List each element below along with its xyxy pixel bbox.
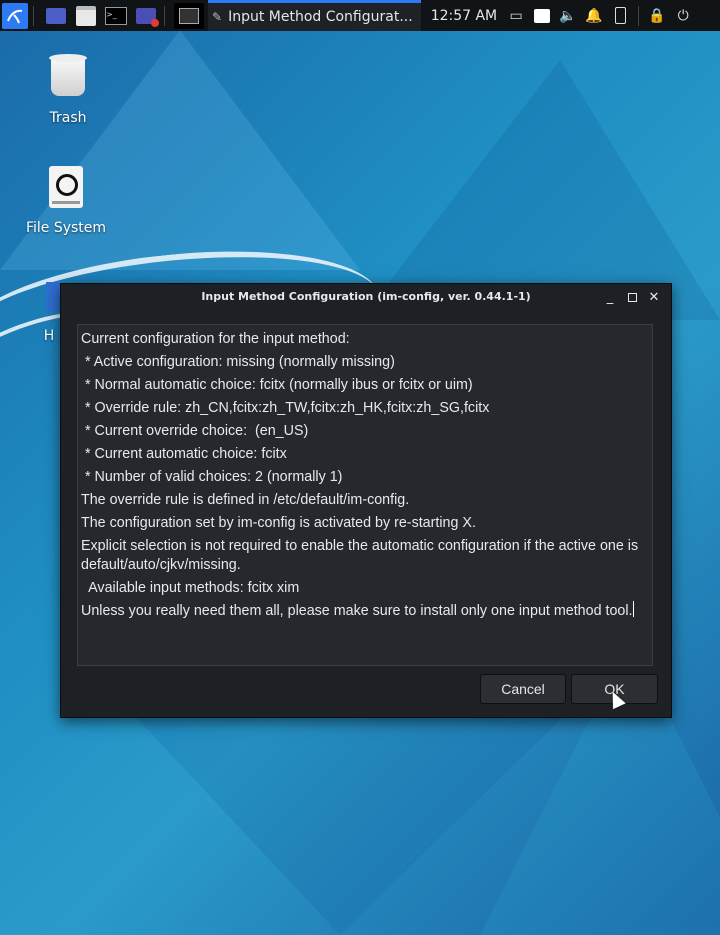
info-line: * Active configuration: missing (normall… — [81, 354, 395, 370]
info-line: * Number of valid choices: 2 (normally 1… — [81, 469, 343, 485]
minimize-icon[interactable]: _ — [601, 288, 619, 306]
show-desktop-button[interactable] — [43, 3, 69, 29]
volume-muted-icon[interactable]: 🔈 — [558, 6, 578, 26]
desktop-icon-label: Trash — [49, 110, 87, 126]
desktop-icon-label: File System — [25, 220, 107, 236]
workspace-preview-icon — [179, 7, 199, 24]
display-icon[interactable]: ▭ — [506, 6, 526, 26]
taskbar: >_ ✎ Input Method Configurat... 12:57 AM… — [0, 0, 720, 31]
notifications-bell-icon[interactable]: 🔔 — [584, 6, 604, 26]
info-line-text: Unless you really need them all, please … — [81, 603, 633, 619]
keyboard-layout-icon[interactable] — [532, 6, 552, 26]
terminal-launcher[interactable]: >_ — [103, 3, 129, 29]
clock[interactable]: 12:57 AM — [431, 8, 497, 24]
kali-menu-button[interactable] — [2, 2, 28, 29]
terminal-icon: >_ — [105, 6, 127, 25]
im-config-dialog: Input Method Configuration (im-config, v… — [60, 283, 672, 718]
taskbar-window-title: Input Method Configurat... — [228, 9, 413, 25]
screen-recorder-launcher[interactable] — [133, 3, 159, 29]
info-line: The configuration set by im-config is ac… — [81, 515, 476, 531]
text-caret — [632, 601, 634, 617]
input-method-app-icon: ✎ — [212, 10, 223, 24]
battery-icon[interactable] — [610, 6, 630, 26]
info-line: Explicit selection is not required to en… — [81, 538, 643, 573]
info-line: The override rule is defined in /etc/def… — [81, 492, 410, 508]
file-manager-launcher[interactable] — [73, 3, 99, 29]
wallpaper-facet — [360, 60, 720, 320]
info-line: Current configuration for the input meth… — [81, 331, 350, 347]
info-line: * Current override choice: (en_US) — [81, 423, 309, 439]
taskbar-separator — [33, 5, 34, 26]
taskbar-separator — [638, 5, 640, 26]
cancel-button[interactable]: Cancel — [480, 674, 566, 704]
info-line: * Override rule: zh_CN,fcitx:zh_TW,fcitx… — [81, 400, 490, 416]
folder-icon — [76, 5, 96, 26]
dialog-titlebar[interactable]: Input Method Configuration (im-config, v… — [61, 284, 671, 311]
trash-icon — [49, 54, 87, 96]
info-line-last: Unless you really need them all, please … — [81, 600, 649, 623]
desktop-icon-file-system[interactable]: File System — [21, 166, 111, 236]
workspace-switcher[interactable] — [174, 2, 204, 29]
recorder-icon — [136, 7, 159, 27]
kali-dragon-icon — [7, 9, 23, 23]
taskbar-separator — [164, 5, 165, 26]
info-line: * Normal automatic choice: fcitx (normal… — [81, 377, 473, 393]
desktop-icon-trash[interactable]: Trash — [23, 54, 113, 126]
info-line: * Current automatic choice: fcitx — [81, 446, 287, 462]
maximize-icon[interactable] — [623, 288, 641, 306]
close-icon[interactable]: ✕ — [645, 288, 663, 306]
drive-icon — [49, 166, 83, 208]
lock-screen-icon[interactable]: 🔒 — [647, 6, 667, 26]
taskbar-window-button[interactable]: ✎ Input Method Configurat... — [208, 0, 421, 31]
config-info-text[interactable]: Current configuration for the input meth… — [77, 324, 653, 666]
info-line: Available input methods: fcitx xim — [81, 580, 300, 596]
desktop-icon — [46, 7, 66, 24]
logout-icon[interactable]: ⏻ — [673, 6, 693, 26]
dialog-title: Input Method Configuration (im-config, v… — [201, 290, 531, 303]
